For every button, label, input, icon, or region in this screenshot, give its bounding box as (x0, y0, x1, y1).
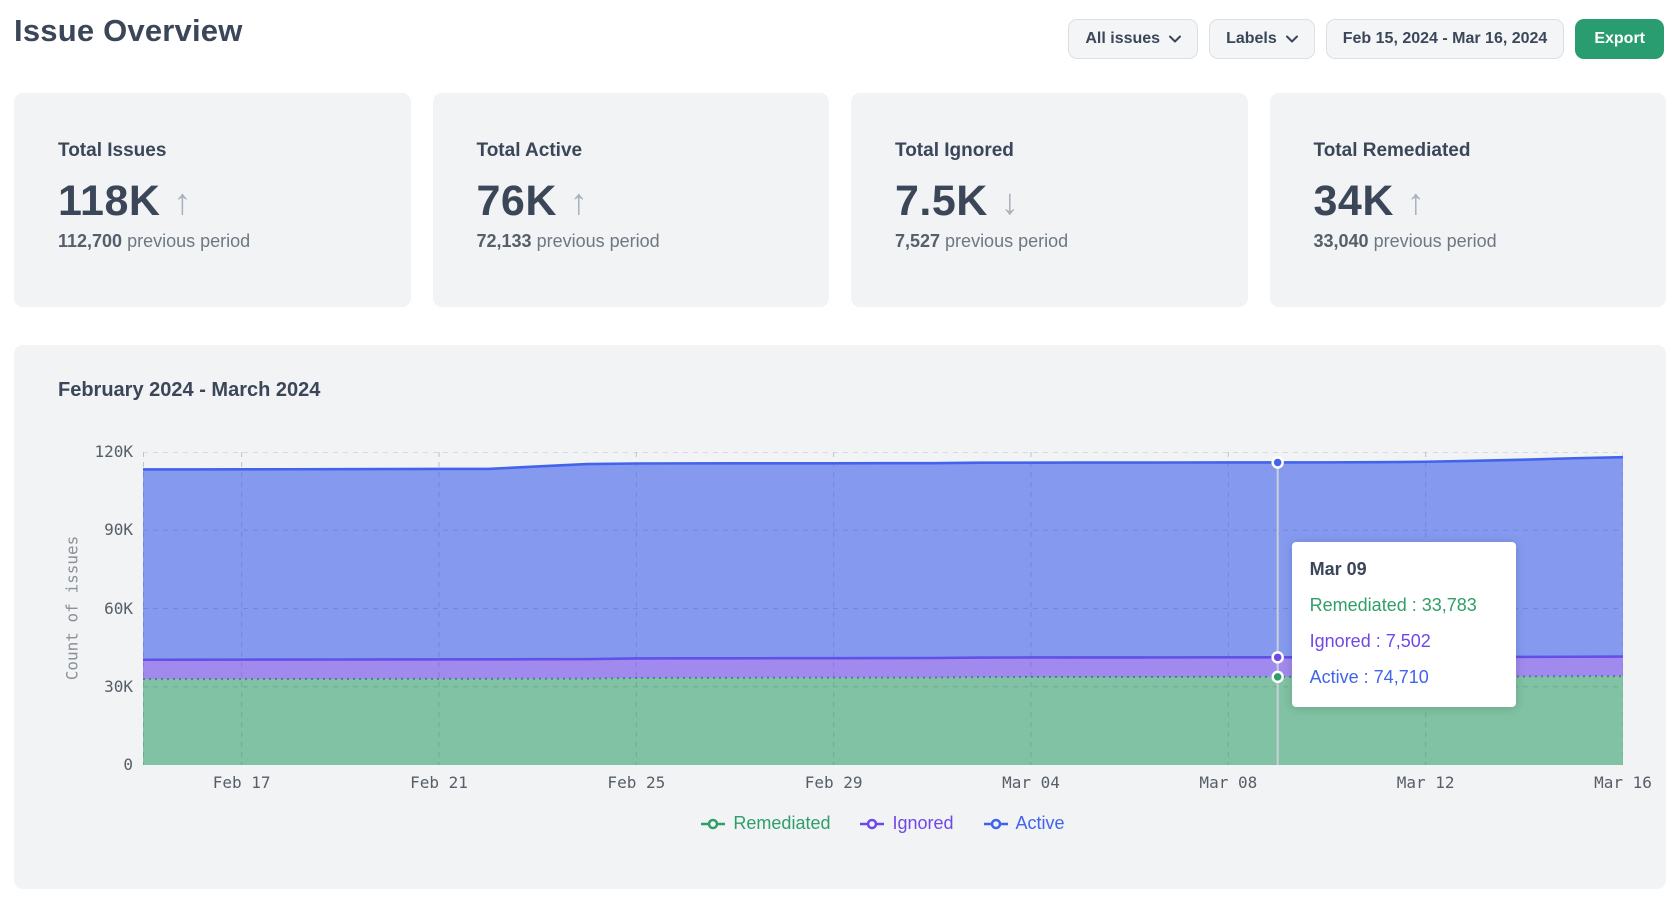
card-title: Total Ignored (895, 140, 1228, 162)
trend-up-icon: ↑ (570, 184, 588, 220)
chart-panel: February 2024 - March 2024 Count of issu… (14, 345, 1666, 889)
legend-marker-icon (984, 818, 1008, 830)
page-title: Issue Overview (14, 13, 243, 49)
card-value: 7.5K (895, 177, 988, 226)
x-tick-label: Feb 21 (410, 773, 468, 792)
labels-filter-dropdown[interactable]: Labels (1209, 19, 1315, 59)
x-tick-label: Mar 16 (1594, 773, 1652, 792)
toolbar: All issues Labels Feb 15, 2024 - Mar 16,… (1068, 19, 1664, 59)
trend-up-icon: ↑ (1407, 184, 1425, 220)
tooltip-row-active: Active : 74,710 (1310, 667, 1498, 688)
legend-label: Ignored (892, 813, 953, 834)
tooltip-row-remediated: Remediated : 33,783 (1310, 595, 1498, 616)
labels-filter-label: Labels (1226, 30, 1277, 48)
stat-cards-row: Total Issues 118K ↑ 112,700previous peri… (14, 93, 1666, 307)
legend-marker-icon (701, 818, 725, 830)
y-tick-label: 0 (38, 755, 133, 774)
trend-up-icon: ↑ (173, 184, 191, 220)
stat-card-total-ignored: Total Ignored 7.5K ↓ 7,527previous perio… (851, 93, 1248, 307)
date-range-picker[interactable]: Feb 15, 2024 - Mar 16, 2024 (1326, 19, 1565, 59)
date-range-label: Feb 15, 2024 - Mar 16, 2024 (1343, 30, 1548, 48)
legend-item-remediated[interactable]: Remediated (701, 813, 830, 834)
stat-card-total-remediated: Total Remediated 34K ↑ 33,040previous pe… (1270, 93, 1667, 307)
x-tick-label: Mar 08 (1199, 773, 1257, 792)
x-tick-label: Mar 12 (1397, 773, 1455, 792)
legend-label: Active (1016, 813, 1065, 834)
y-tick-label: 120K (38, 442, 133, 461)
card-previous-period: 112,700previous period (58, 231, 391, 252)
chevron-down-icon (1286, 35, 1298, 43)
y-tick-label: 90K (38, 520, 133, 539)
y-tick-label: 60K (38, 599, 133, 618)
card-value: 34K (1314, 177, 1394, 226)
card-previous-period: 72,133previous period (477, 231, 810, 252)
tooltip-date: Mar 09 (1310, 559, 1498, 580)
x-tick-label: Feb 25 (607, 773, 665, 792)
legend-item-active[interactable]: Active (984, 813, 1065, 834)
stat-card-total-active: Total Active 76K ↑ 72,133previous period (433, 93, 830, 307)
chart-tooltip: Mar 09 Remediated : 33,783 Ignored : 7,50… (1292, 542, 1516, 707)
card-title: Total Remediated (1314, 140, 1647, 162)
export-button[interactable]: Export (1575, 19, 1664, 59)
card-previous-period: 33,040previous period (1314, 231, 1647, 252)
legend-marker-icon (860, 818, 884, 830)
issues-filter-dropdown[interactable]: All issues (1068, 19, 1198, 59)
x-tick-label: Feb 17 (213, 773, 271, 792)
tooltip-row-ignored: Ignored : 7,502 (1310, 631, 1498, 652)
card-title: Total Active (477, 140, 810, 162)
x-tick-label: Mar 04 (1002, 773, 1060, 792)
legend-item-ignored[interactable]: Ignored (860, 813, 953, 834)
legend-label: Remediated (733, 813, 830, 834)
card-previous-period: 7,527previous period (895, 231, 1228, 252)
chevron-down-icon (1169, 35, 1181, 43)
chart-title: February 2024 - March 2024 (58, 379, 320, 402)
hover-dot-remediated (1273, 672, 1283, 682)
x-tick-label: Feb 29 (805, 773, 863, 792)
card-value: 118K (58, 177, 160, 226)
y-tick-label: 30K (38, 677, 133, 696)
hover-dot-active (1273, 457, 1283, 467)
trend-down-icon: ↓ (1001, 184, 1019, 220)
stat-card-total-issues: Total Issues 118K ↑ 112,700previous peri… (14, 93, 411, 307)
hover-dot-ignored (1273, 652, 1283, 662)
chart-legend: Remediated Ignored Active (143, 813, 1623, 834)
card-title: Total Issues (58, 140, 391, 162)
issues-filter-label: All issues (1085, 30, 1160, 48)
card-value: 76K (477, 177, 557, 226)
